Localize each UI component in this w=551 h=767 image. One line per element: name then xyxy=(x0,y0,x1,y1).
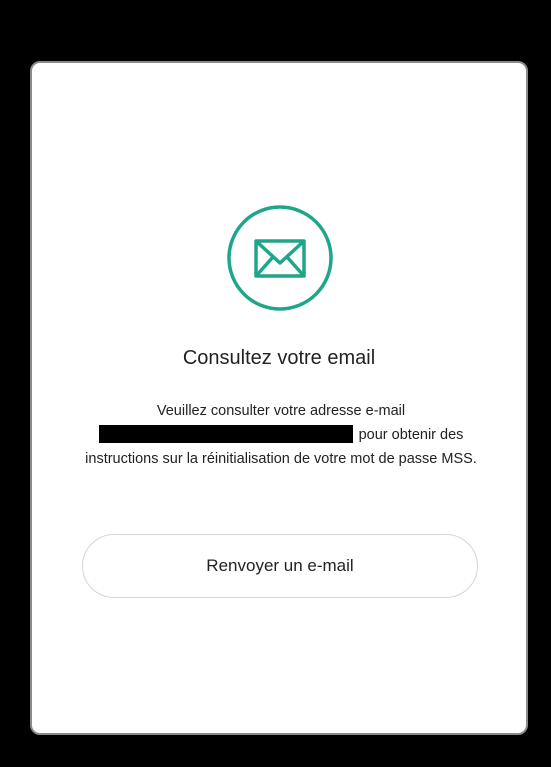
instructions-text: Veuillez consulter votre adresse e-mail … xyxy=(72,399,490,471)
page-background: Consultez votre email Veuillez consulter… xyxy=(0,0,551,767)
envelope-icon xyxy=(225,203,335,313)
email-confirmation-card: Consultez votre email Veuillez consulter… xyxy=(30,61,528,735)
resend-email-button[interactable]: Renvoyer un e-mail xyxy=(82,534,478,598)
message-part-1: Veuillez consulter votre adresse e-mail xyxy=(156,403,406,419)
page-title: Consultez votre email xyxy=(182,347,376,369)
redacted-email-address xyxy=(98,425,353,443)
